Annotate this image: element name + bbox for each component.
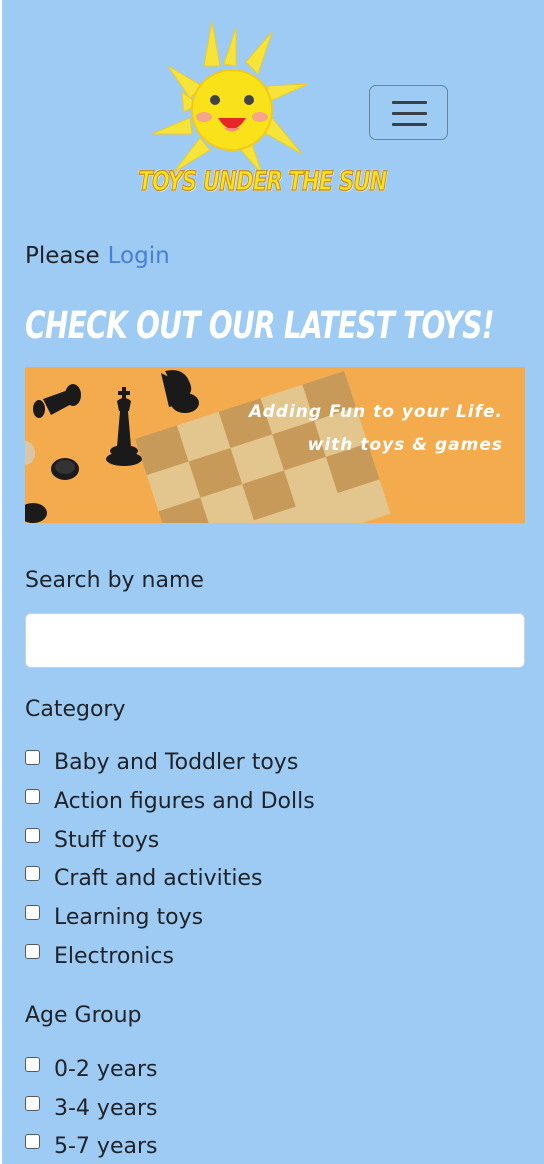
hamburger-icon [392, 101, 427, 104]
age-group-label: Age Group [25, 1003, 142, 1028]
navbar-toggle-button[interactable] [369, 85, 448, 140]
category-checkbox-row[interactable]: Action figures and Dolls [25, 786, 315, 816]
hamburger-icon-bar [392, 123, 427, 126]
category-checkbox-row[interactable]: Learning toys [25, 902, 203, 932]
site-logo[interactable]: TOYS UNDER THE SUN [112, 14, 388, 214]
checkbox[interactable] [25, 865, 40, 881]
checkbox-label: 3-4 years [54, 1095, 158, 1121]
checkbox[interactable] [25, 1056, 40, 1072]
category-checkbox-row[interactable]: Craft and activities [25, 863, 262, 893]
checkbox[interactable] [25, 788, 40, 804]
checkbox-label: Electronics [54, 943, 174, 969]
age-group-checkbox-row[interactable]: 5-7 years [25, 1131, 157, 1161]
category-checkbox-row[interactable]: Baby and Toddler toys [25, 747, 298, 777]
login-prompt: Please Login [25, 243, 170, 269]
checkbox-label: Stuff toys [54, 827, 160, 853]
checkbox-label: Learning toys [54, 904, 204, 930]
checkbox-label: Action figures and Dolls [54, 788, 315, 814]
login-prompt-text: Please [25, 243, 100, 269]
site-header: TOYS UNDER THE SUN [0, 0, 544, 220]
login-link[interactable]: Login [108, 243, 170, 269]
checkbox-label: 0-2 years [54, 1056, 158, 1082]
category-checkbox-row[interactable]: Electronics [25, 941, 174, 971]
checkbox[interactable] [25, 904, 40, 920]
checkbox[interactable] [25, 1095, 40, 1111]
checkbox-label: 5-7 years [54, 1133, 158, 1159]
checkbox-label: Baby and Toddler toys [54, 749, 299, 775]
page-headline: CHECK OUT OUR LATEST TOYS! [25, 304, 495, 347]
checkbox[interactable] [25, 1133, 40, 1149]
logo-wordmark: TOYS UNDER THE SUN [138, 165, 388, 197]
search-label: Search by name [25, 568, 204, 593]
banner-tagline-2: with toys & games [307, 435, 503, 455]
category-label: Category [25, 697, 126, 722]
category-checkbox-row[interactable]: Stuff toys [25, 825, 159, 855]
search-input[interactable] [25, 613, 525, 668]
hamburger-icon-bar [392, 112, 427, 115]
checkbox[interactable] [25, 827, 40, 843]
age-group-checkbox-row[interactable]: 0-2 years [25, 1054, 157, 1084]
sun-icon [151, 21, 309, 175]
banner-tagline-1: Adding Fun to your Life. [248, 402, 503, 422]
promo-banner: Adding Fun to your Life. with toys & gam… [25, 367, 525, 523]
age-group-checkbox-row[interactable]: 3-4 years [25, 1093, 157, 1123]
checkbox[interactable] [25, 943, 40, 959]
checkbox[interactable] [25, 749, 40, 765]
checkbox-label: Craft and activities [54, 865, 263, 891]
